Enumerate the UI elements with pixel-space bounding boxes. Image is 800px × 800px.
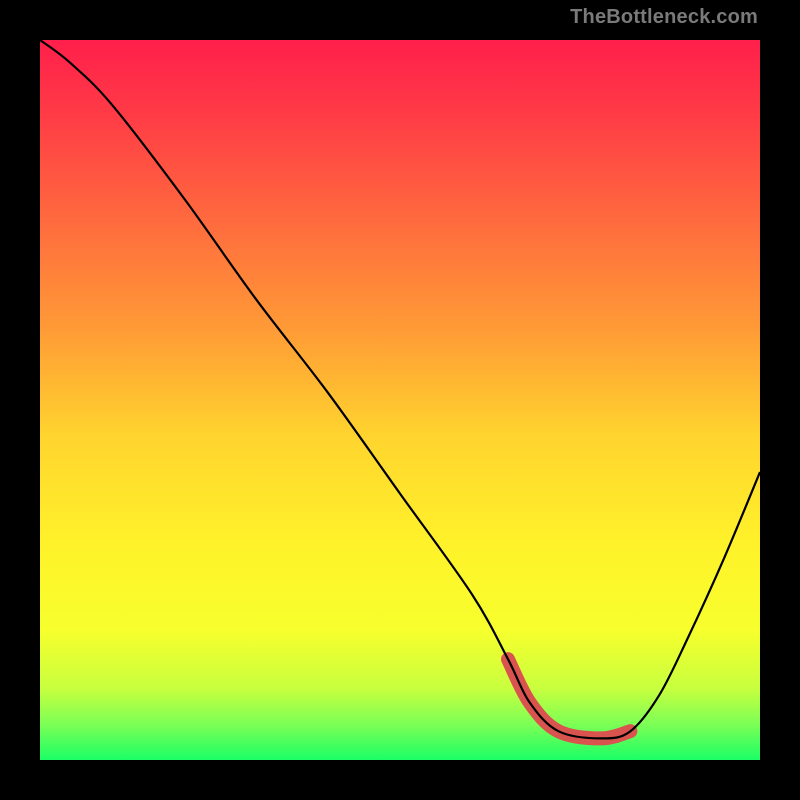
plot-area <box>40 40 760 760</box>
chart-frame: TheBottleneck.com <box>0 0 800 800</box>
bottleneck-curve <box>40 40 760 738</box>
curve-layer <box>40 40 760 760</box>
watermark-text: TheBottleneck.com <box>570 6 758 29</box>
